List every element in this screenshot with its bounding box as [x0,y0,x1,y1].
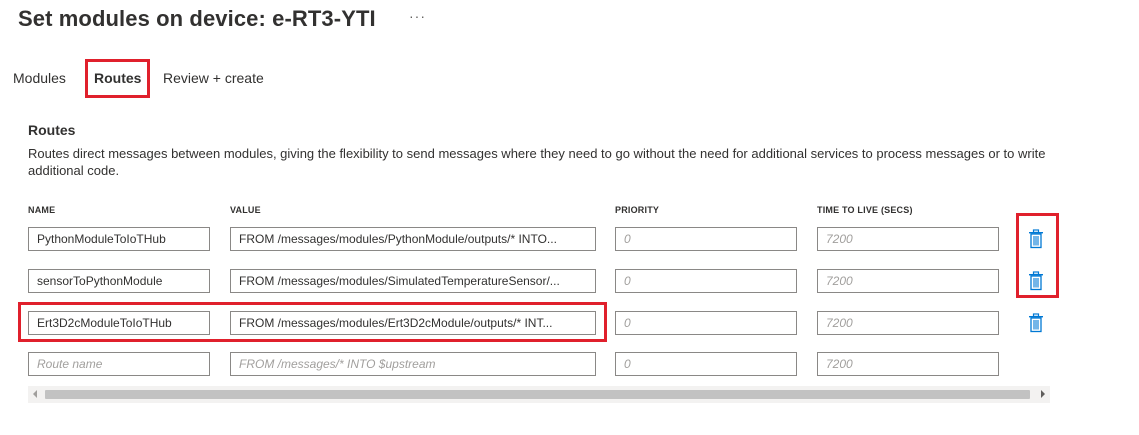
routes-section-description: Routes direct messages between modules, … [28,146,1046,178]
highlight-box-route-row [18,302,607,342]
route-priority-field[interactable]: 0 [615,269,797,293]
highlight-box-routes-tab [85,59,150,98]
route-ttl-field[interactable]: 7200 [817,269,999,293]
new-route-row: Route name FROM /messages/* INTO $upstre… [0,352,1100,376]
scrollbar-thumb[interactable] [45,390,1030,399]
trash-icon[interactable] [1028,313,1044,333]
column-header-ttl: TIME TO LIVE (SECS) [817,205,913,215]
tab-review-create[interactable]: Review + create [163,70,264,86]
new-route-ttl-input[interactable]: 7200 [817,352,999,376]
new-route-name-input[interactable]: Route name [28,352,210,376]
route-name-field[interactable]: PythonModuleToIoTHub [28,227,210,251]
scroll-left-arrow-icon[interactable] [33,390,37,398]
route-priority-field[interactable]: 0 [615,227,797,251]
highlight-box-delete-icons [1016,213,1059,298]
route-row: PythonModuleToIoTHub FROM /messages/modu… [0,227,1100,251]
scroll-right-arrow-icon[interactable] [1041,390,1045,398]
route-ttl-field[interactable]: 7200 [817,311,999,335]
route-value-field[interactable]: FROM /messages/modules/SimulatedTemperat… [230,269,596,293]
page-title: Set modules on device: e-RT3-YTI [18,6,376,31]
column-header-value: VALUE [230,205,261,215]
column-header-priority: PRIORITY [615,205,660,215]
more-icon[interactable]: ··· [409,8,426,24]
tab-bar: Modules Routes Review + create [0,62,400,96]
route-priority-field[interactable]: 0 [615,311,797,335]
route-name-field[interactable]: sensorToPythonModule [28,269,210,293]
route-value-field[interactable]: FROM /messages/modules/PythonModule/outp… [230,227,596,251]
routes-section-title: Routes [28,122,76,138]
new-route-value-input[interactable]: FROM /messages/* INTO $upstream [230,352,596,376]
new-route-priority-input[interactable]: 0 [615,352,797,376]
route-ttl-field[interactable]: 7200 [817,227,999,251]
route-row: sensorToPythonModule FROM /messages/modu… [0,269,1100,293]
horizontal-scrollbar[interactable] [28,386,1050,403]
tab-modules[interactable]: Modules [13,70,66,86]
column-header-name: NAME [28,205,56,215]
